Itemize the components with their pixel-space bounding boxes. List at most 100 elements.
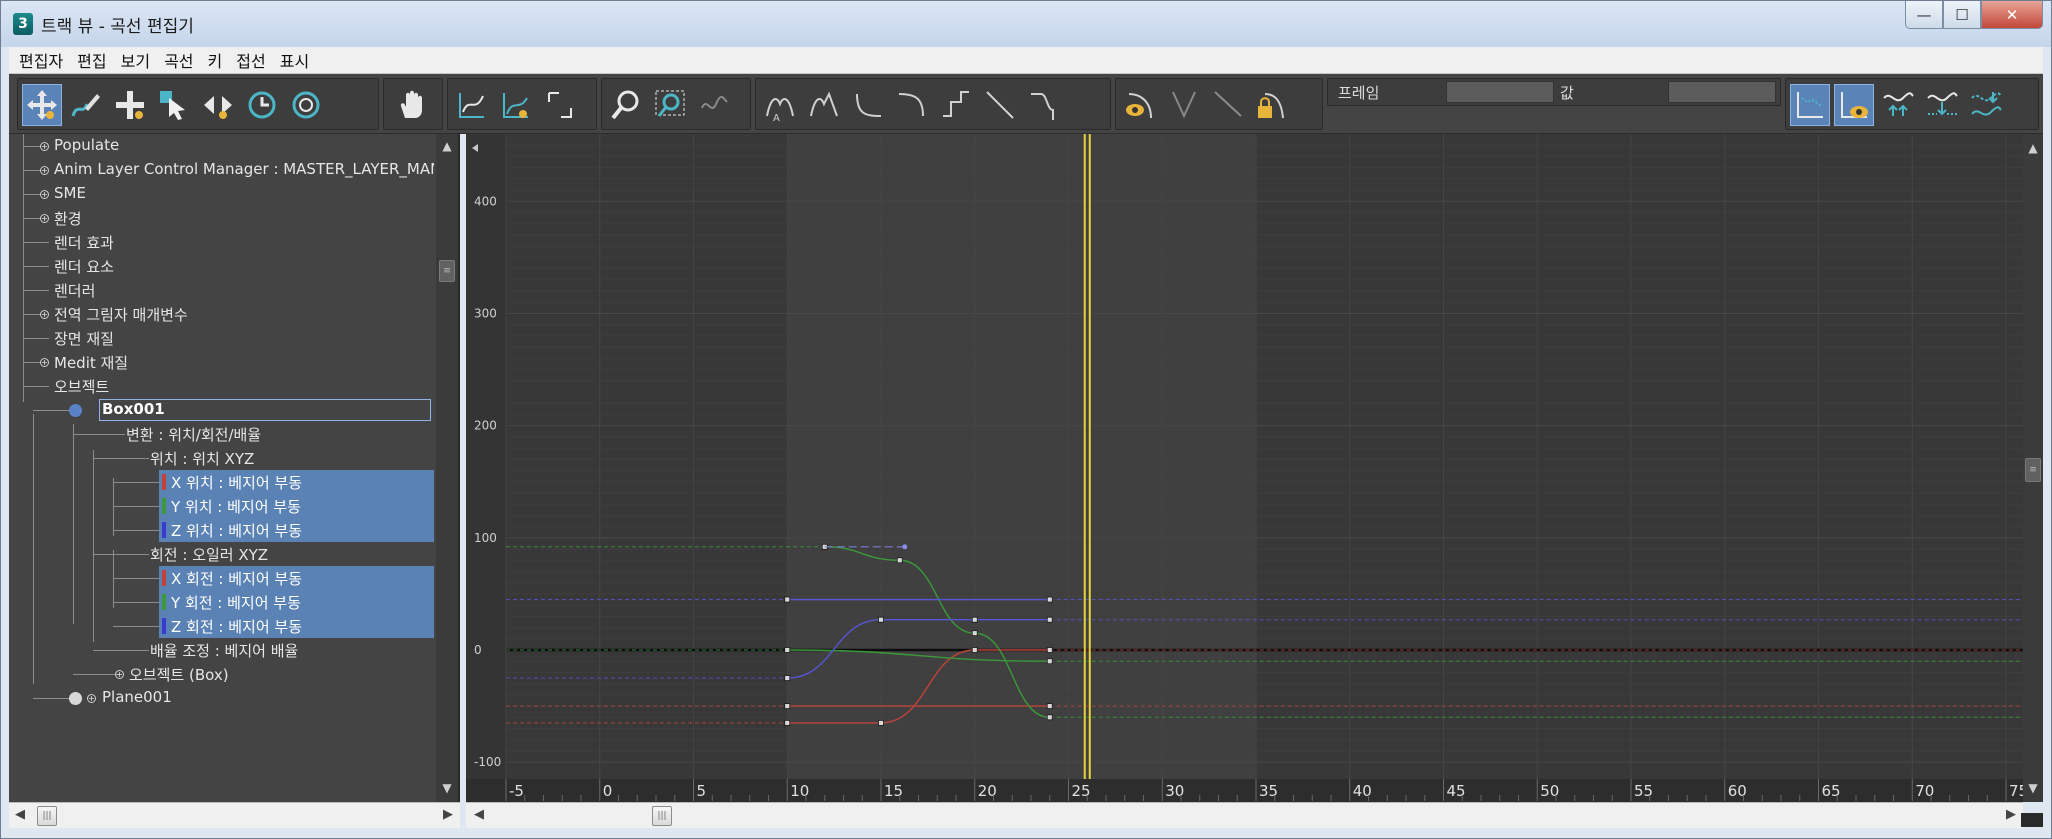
keyframe-handle[interactable] — [971, 647, 978, 653]
scroll-left-icon[interactable]: ◀ — [15, 807, 25, 822]
tree-item-environment[interactable]: + 환경 — [9, 206, 434, 230]
tree-hscroll-thumb[interactable]: ||| — [37, 806, 57, 826]
ease-curve-button[interactable] — [1878, 84, 1918, 126]
graph-hscroll-thumb[interactable]: ||| — [652, 806, 672, 826]
expand-icon[interactable]: + — [40, 214, 49, 223]
menu-show[interactable]: 표시 — [280, 48, 309, 72]
scroll-down-icon[interactable]: ▼ — [2023, 778, 2043, 798]
tangent-custom-button[interactable] — [804, 84, 844, 126]
expand-icon[interactable]: + — [40, 358, 49, 367]
show-curves-button[interactable] — [1790, 84, 1830, 126]
multiplier-curve-button[interactable] — [1922, 84, 1962, 126]
keyframe-handle[interactable] — [1046, 703, 1053, 709]
keyframe-handle[interactable] — [878, 616, 884, 623]
tree-scroll-thumb[interactable]: ≡ — [439, 260, 455, 282]
tree-item-scene-materials[interactable]: 장면 재질 — [9, 326, 434, 350]
menu-edit[interactable]: 편집 — [77, 48, 106, 72]
keyframe-handle[interactable] — [1046, 647, 1053, 653]
tree-item-y-rotation[interactable]: Y 회전 : 베지어 부동 — [159, 590, 434, 614]
tangent-step-button[interactable] — [936, 84, 976, 126]
title-bar[interactable]: 3 트랙 뷰 - 곡선 편집기 — ☐ ✕ — [1, 1, 2051, 47]
tree-item-box001[interactable]: Box001 — [9, 398, 434, 422]
scroll-left-icon[interactable]: ◀ — [474, 807, 484, 822]
keyframe-handle[interactable] — [784, 596, 791, 603]
scroll-right-icon[interactable]: ▶ — [2006, 807, 2016, 822]
frame-selection-button[interactable] — [540, 84, 580, 126]
tree-item-rotation[interactable]: 회전 : 오일러 XYZ — [9, 542, 434, 566]
zoom-button[interactable] — [606, 84, 646, 126]
tree-item-x-position[interactable]: X 위치 : 베지어 부동 — [159, 470, 434, 494]
expand-icon[interactable]: + — [115, 670, 124, 679]
graph-horizontal-scrollbar[interactable]: ◀ ||| ▶ — [466, 802, 2023, 828]
tree-item-object-box[interactable]: + 오브젝트 (Box) — [9, 662, 434, 686]
tangent-smooth-button[interactable] — [1024, 84, 1064, 126]
expand-icon[interactable]: + — [87, 694, 96, 703]
tree-item-render-effects[interactable]: 렌더 효과 — [9, 230, 434, 254]
close-button[interactable]: ✕ — [1981, 1, 2043, 29]
menu-tangents[interactable]: 접선 — [236, 48, 265, 72]
tree-horizontal-scrollbar[interactable]: ◀ ||| ▶ — [9, 802, 460, 828]
keyframe-handle[interactable] — [1046, 658, 1053, 665]
show-tangents-button[interactable] — [1120, 84, 1160, 126]
tree-item-global-shadow[interactable]: + 전역 그림자 매개변수 — [9, 302, 434, 326]
expand-icon[interactable]: + — [40, 310, 49, 319]
tangent-linear-button[interactable] — [980, 84, 1020, 126]
keyframe-handle[interactable] — [784, 720, 791, 726]
keyframe-handle[interactable] — [1046, 616, 1053, 623]
frame-field[interactable] — [1446, 81, 1554, 103]
scroll-up-icon[interactable]: ▲ — [437, 136, 457, 156]
add-keys-button[interactable] — [110, 84, 150, 126]
resize-grip[interactable] — [2021, 813, 2043, 827]
frame-horizontal-button[interactable] — [452, 84, 492, 126]
tree-item-y-position[interactable]: Y 위치 : 베지어 부동 — [159, 494, 434, 518]
tree-item-z-rotation[interactable]: Z 회전 : 베지어 부동 — [159, 614, 434, 638]
tangent-slow-button[interactable] — [892, 84, 932, 126]
keyframe-handle[interactable] — [971, 630, 978, 637]
keyframe-handle[interactable] — [784, 703, 791, 709]
frame-values-button[interactable] — [496, 84, 536, 126]
graph-vertical-scrollbar[interactable]: ▲ ≡ ▼ — [2023, 134, 2043, 802]
break-tangents-button[interactable] — [1164, 84, 1204, 126]
keyframe-handle[interactable] — [896, 557, 903, 564]
pan-button[interactable] — [392, 84, 432, 126]
curve-graph[interactable]: 4003002001000-100 -5 0 5 10 15 20 25 30 35 40 45 50… — [466, 134, 2023, 802]
tree-item-populate[interactable]: + Populate — [9, 134, 434, 158]
expand-icon[interactable]: + — [40, 166, 49, 175]
tree-item-sme[interactable]: + SME — [9, 182, 434, 206]
curve-filter-button[interactable] — [1966, 84, 2006, 126]
keyframe-handle[interactable] — [971, 616, 978, 623]
tree-item-plane001[interactable]: + Plane001 — [9, 686, 434, 710]
tangent-fast-button[interactable] — [848, 84, 888, 126]
tree-item-objects[interactable]: 오브젝트 — [9, 374, 434, 398]
scroll-down-icon[interactable]: ▼ — [437, 778, 457, 798]
tree-item-scale[interactable]: 배율 조정 : 베지어 배율 — [9, 638, 434, 662]
region-tool-button[interactable] — [154, 84, 194, 126]
tree-item-z-position[interactable]: Z 위치 : 베지어 부동 — [159, 518, 434, 542]
value-field[interactable] — [1668, 81, 1776, 103]
menu-view[interactable]: 보기 — [121, 48, 150, 72]
maximize-button[interactable]: ☐ — [1943, 1, 1981, 29]
minimize-button[interactable]: — — [1905, 1, 1943, 29]
tree-item-medit-materials[interactable]: + Medit 재질 — [9, 350, 434, 374]
menu-editor[interactable]: 편집자 — [19, 48, 63, 72]
keyframe-handle[interactable] — [784, 647, 791, 653]
draw-curves-button[interactable] — [66, 84, 106, 126]
zoom-region-button[interactable] — [650, 84, 690, 126]
unify-tangents-button[interactable] — [1208, 84, 1248, 126]
expand-icon[interactable]: + — [40, 190, 49, 199]
tree-item-x-rotation[interactable]: X 회전 : 베지어 부동 — [159, 566, 434, 590]
menu-keys[interactable]: 키 — [208, 48, 223, 72]
show-keyable-button[interactable] — [1834, 84, 1874, 126]
scroll-right-icon[interactable]: ▶ — [443, 807, 453, 822]
snap-frames-button[interactable] — [286, 84, 326, 126]
isolate-curve-button[interactable] — [694, 84, 734, 126]
tree-item-anim-layer[interactable]: + Anim Layer Control Manager : MASTER_LA… — [9, 158, 434, 182]
tangent-handle-point[interactable] — [902, 544, 908, 550]
expand-icon[interactable]: + — [40, 142, 49, 151]
lock-tangents-button[interactable] — [1252, 84, 1292, 126]
move-keys-button[interactable] — [22, 84, 62, 126]
retime-tool-button[interactable] — [198, 84, 238, 126]
keyframe-handle[interactable] — [878, 720, 884, 726]
graph-vscroll-thumb[interactable]: ≡ — [2025, 458, 2041, 482]
curve-graph-area[interactable]: 400 300 200 100 0 -100 -5 0 5 10 15 20 25 30 35 40 45 50… — [466, 134, 2023, 802]
